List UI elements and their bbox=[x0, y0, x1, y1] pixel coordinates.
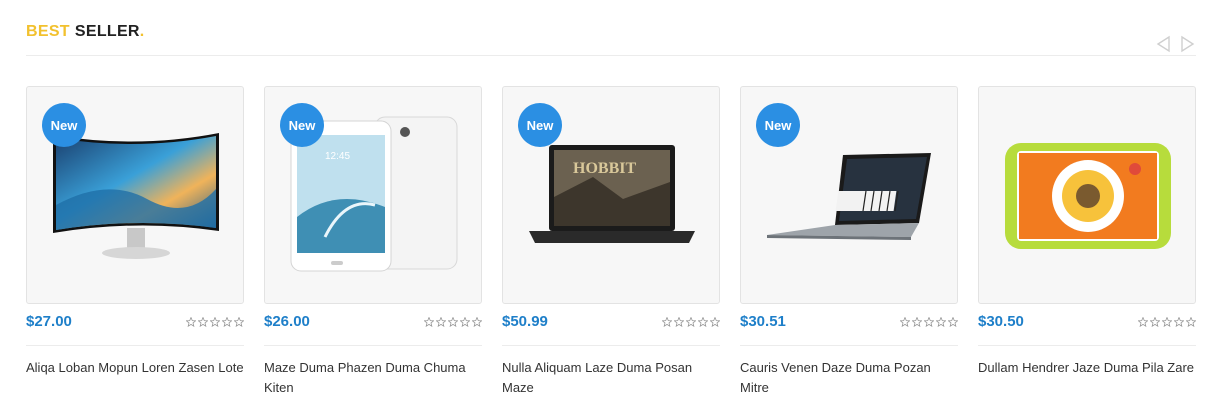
star-icon bbox=[948, 317, 958, 327]
new-badge: New bbox=[756, 103, 800, 147]
chevron-left-icon[interactable] bbox=[1155, 35, 1173, 53]
product-price: $30.51 bbox=[740, 313, 786, 330]
star-icon bbox=[686, 317, 696, 327]
product-price: $50.99 bbox=[502, 313, 548, 330]
star-icon bbox=[662, 317, 672, 327]
rating-stars bbox=[424, 317, 482, 327]
star-icon bbox=[1162, 317, 1172, 327]
section-title: BEST SELLER. bbox=[26, 23, 145, 41]
product-title[interactable]: Nulla Aliquam Laze Duma Posan Maze bbox=[502, 358, 720, 398]
svg-text:12:45: 12:45 bbox=[325, 151, 350, 162]
star-icon bbox=[222, 317, 232, 327]
star-icon bbox=[460, 317, 470, 327]
star-icon bbox=[900, 317, 910, 327]
star-icon bbox=[472, 317, 482, 327]
product-card[interactable]: New $30.51 Cauris Venen Daze Duma Pozan … bbox=[740, 86, 958, 398]
product-card[interactable]: 12:45 New $26.00 Maze Duma Phazen Duma C… bbox=[264, 86, 482, 398]
section-title-rest: SELLER bbox=[74, 23, 140, 40]
product-image[interactable] bbox=[978, 86, 1196, 304]
rating-stars bbox=[900, 317, 958, 327]
product-title[interactable]: Aliqa Loban Mopun Loren Zasen Lote bbox=[26, 358, 244, 378]
star-icon bbox=[924, 317, 934, 327]
product-card[interactable]: New $27.00 Aliqa Loban Mopun Loren Zasen… bbox=[26, 86, 244, 378]
chevron-right-icon[interactable] bbox=[1178, 35, 1196, 53]
star-icon bbox=[710, 317, 720, 327]
price-row: $30.50 bbox=[978, 304, 1196, 346]
star-icon bbox=[1186, 317, 1196, 327]
star-icon bbox=[198, 317, 208, 327]
rating-stars bbox=[662, 317, 720, 327]
product-card[interactable]: $30.50 Dullam Hendrer Jaze Duma Pila Zar… bbox=[978, 86, 1196, 378]
product-image[interactable]: New bbox=[740, 86, 958, 304]
rating-stars bbox=[186, 317, 244, 327]
star-icon bbox=[448, 317, 458, 327]
product-title[interactable]: Dullam Hendrer Jaze Duma Pila Zare bbox=[978, 358, 1196, 378]
star-icon bbox=[912, 317, 922, 327]
star-icon bbox=[436, 317, 446, 327]
new-badge: New bbox=[280, 103, 324, 147]
product-price: $27.00 bbox=[26, 313, 72, 330]
price-row: $30.51 bbox=[740, 304, 958, 346]
product-image[interactable]: 12:45 New bbox=[264, 86, 482, 304]
star-icon bbox=[698, 317, 708, 327]
star-icon bbox=[1174, 317, 1184, 327]
star-icon bbox=[234, 317, 244, 327]
star-icon bbox=[210, 317, 220, 327]
new-badge: New bbox=[518, 103, 562, 147]
new-badge: New bbox=[42, 103, 86, 147]
product-price: $30.50 bbox=[978, 313, 1024, 330]
section-title-dot: . bbox=[139, 23, 145, 40]
heading-divider bbox=[26, 55, 1196, 56]
star-icon bbox=[1138, 317, 1148, 327]
product-card[interactable]: HOBBIT New $50.99 Nulla Aliquam Laze Dum… bbox=[502, 86, 720, 398]
star-icon bbox=[674, 317, 684, 327]
kids-tablet-image bbox=[1005, 143, 1171, 249]
price-row: $50.99 bbox=[502, 304, 720, 346]
star-icon bbox=[186, 317, 196, 327]
price-row: $26.00 bbox=[264, 304, 482, 346]
product-title[interactable]: Maze Duma Phazen Duma Chuma Kiten bbox=[264, 358, 482, 398]
star-icon bbox=[936, 317, 946, 327]
product-title[interactable]: Cauris Venen Daze Duma Pozan Mitre bbox=[740, 358, 958, 398]
price-row: $27.00 bbox=[26, 304, 244, 346]
star-icon bbox=[1150, 317, 1160, 327]
star-icon bbox=[424, 317, 434, 327]
section-title-highlight: BEST bbox=[26, 23, 70, 40]
rating-stars bbox=[1138, 317, 1196, 327]
product-image[interactable]: HOBBIT New bbox=[502, 86, 720, 304]
best-seller-section: BEST SELLER. New $27.00 Aliqa Loban Mopu… bbox=[0, 0, 1219, 408]
product-image[interactable]: New bbox=[26, 86, 244, 304]
product-price: $26.00 bbox=[264, 313, 310, 330]
svg-text:HOBBIT: HOBBIT bbox=[573, 160, 636, 177]
